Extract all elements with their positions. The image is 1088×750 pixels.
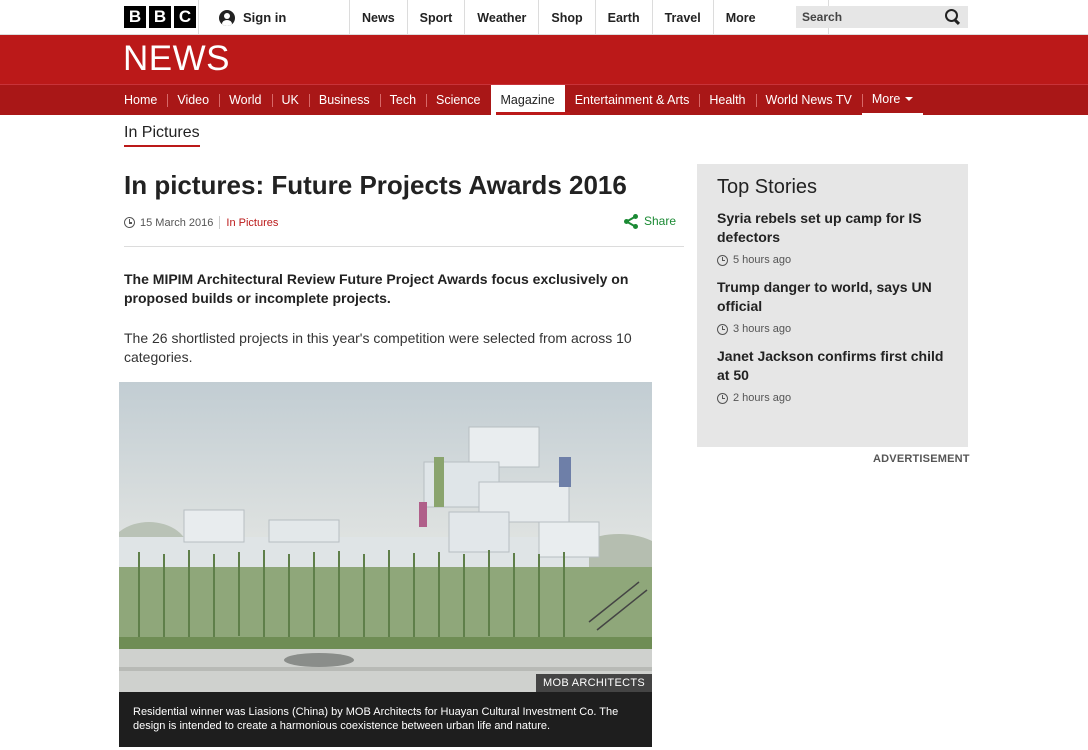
article-figure: MOB ARCHITECTS Residential winner was Li… bbox=[119, 382, 652, 747]
news-nav-home[interactable]: Home bbox=[114, 85, 167, 115]
top-story-item[interactable]: Syria rebels set up camp for IS defector… bbox=[717, 209, 948, 266]
global-nav-shop[interactable]: Shop bbox=[538, 0, 594, 35]
global-navigation-bar: B B C Sign in News Sport Weather Shop Ea… bbox=[0, 0, 1088, 35]
sign-in-label: Sign in bbox=[243, 10, 287, 25]
bbc-logo-letter-2: B bbox=[149, 6, 171, 28]
news-nav-world[interactable]: World bbox=[219, 85, 271, 115]
clock-icon bbox=[717, 392, 728, 404]
article-section-link[interactable]: In Pictures bbox=[226, 217, 278, 229]
news-nav-video[interactable]: Video bbox=[167, 85, 219, 115]
share-button[interactable]: Share bbox=[624, 214, 677, 229]
top-story-time-label: 5 hours ago bbox=[733, 254, 792, 266]
top-story-item[interactable]: Janet Jackson confirms first child at 50… bbox=[717, 347, 948, 404]
active-nav-indicator bbox=[496, 112, 570, 115]
article-date: 15 March 2016 bbox=[140, 216, 214, 229]
search-input[interactable]: Search bbox=[796, 6, 968, 28]
news-nav-health[interactable]: Health bbox=[699, 85, 755, 115]
news-more-label: More bbox=[871, 92, 901, 106]
meta-divider bbox=[219, 216, 221, 229]
user-icon bbox=[219, 9, 235, 26]
news-nav-world-news-tv[interactable]: World News TV bbox=[755, 85, 862, 115]
advertisement-label: ADVERTISEMENT bbox=[873, 453, 970, 465]
image-credit: MOB ARCHITECTS bbox=[536, 674, 652, 692]
global-nav: News Sport Weather Shop Earth Travel Mor… bbox=[349, 0, 829, 35]
news-nav-more-button[interactable]: More bbox=[861, 85, 924, 115]
top-stories-title: Top Stories bbox=[717, 176, 818, 198]
search-icon[interactable] bbox=[942, 7, 962, 27]
architecture-image bbox=[119, 382, 652, 692]
share-icon bbox=[624, 214, 638, 229]
bbc-logo-letter-3: C bbox=[174, 6, 196, 28]
top-story-headline[interactable]: Trump danger to world, says UN official bbox=[717, 278, 948, 316]
bbc-logo-letter-1: B bbox=[124, 6, 146, 28]
top-story-headline[interactable]: Syria rebels set up camp for IS defector… bbox=[717, 209, 948, 247]
global-nav-travel[interactable]: Travel bbox=[651, 0, 713, 35]
article-headline: In pictures: Future Projects Awards 2016 bbox=[124, 170, 627, 200]
news-nav-uk[interactable]: UK bbox=[271, 85, 309, 115]
divider bbox=[124, 246, 684, 247]
sign-in-link[interactable]: Sign in bbox=[198, 0, 286, 35]
news-nav-business[interactable]: Business bbox=[308, 85, 380, 115]
top-story-item[interactable]: Trump danger to world, says UN official … bbox=[717, 278, 948, 335]
clock-icon bbox=[717, 254, 728, 266]
share-label: Share bbox=[644, 214, 677, 228]
global-nav-sport[interactable]: Sport bbox=[406, 0, 465, 35]
global-nav-weather[interactable]: Weather bbox=[464, 0, 538, 35]
global-nav-news[interactable]: News bbox=[349, 0, 407, 35]
article-meta: 15 March 2016 In Pictures bbox=[124, 216, 278, 229]
top-story-time-label: 3 hours ago bbox=[733, 323, 792, 335]
news-nav-entertainment-arts[interactable]: Entertainment & Arts bbox=[565, 85, 700, 115]
section-label[interactable]: In Pictures bbox=[124, 124, 200, 147]
global-nav-earth[interactable]: Earth bbox=[594, 0, 652, 35]
news-navigation: Home Video World UK Business Tech Scienc… bbox=[0, 84, 1088, 115]
news-nav-science[interactable]: Science bbox=[426, 85, 490, 115]
top-story-time: 5 hours ago bbox=[717, 254, 948, 266]
news-logo[interactable]: NEWS bbox=[123, 39, 230, 79]
article-intro: The MIPIM Architectural Review Future Pr… bbox=[124, 271, 629, 306]
top-story-time: 2 hours ago bbox=[717, 392, 948, 404]
news-nav-magazine[interactable]: Magazine bbox=[490, 85, 565, 115]
article-body: The 26 shortlisted projects in this year… bbox=[124, 330, 632, 365]
bbc-logo[interactable]: B B C bbox=[124, 6, 196, 28]
top-stories-panel: Top Stories Syria rebels set up camp for… bbox=[697, 164, 968, 447]
news-masthead: NEWS Home Video World UK Business Tech S… bbox=[0, 35, 1088, 115]
global-more-label: More bbox=[725, 10, 756, 25]
search-placeholder: Search bbox=[802, 10, 843, 24]
clock-icon bbox=[717, 323, 728, 335]
architecture-illustration bbox=[119, 382, 652, 692]
top-story-time: 3 hours ago bbox=[717, 323, 948, 335]
top-story-time-label: 2 hours ago bbox=[733, 392, 792, 404]
chevron-down-icon bbox=[905, 97, 914, 101]
image-caption: Residential winner was Liasions (China) … bbox=[119, 692, 652, 747]
clock-icon bbox=[124, 217, 135, 228]
top-story-headline[interactable]: Janet Jackson confirms first child at 50 bbox=[717, 347, 948, 385]
news-nav-tech[interactable]: Tech bbox=[379, 85, 426, 115]
